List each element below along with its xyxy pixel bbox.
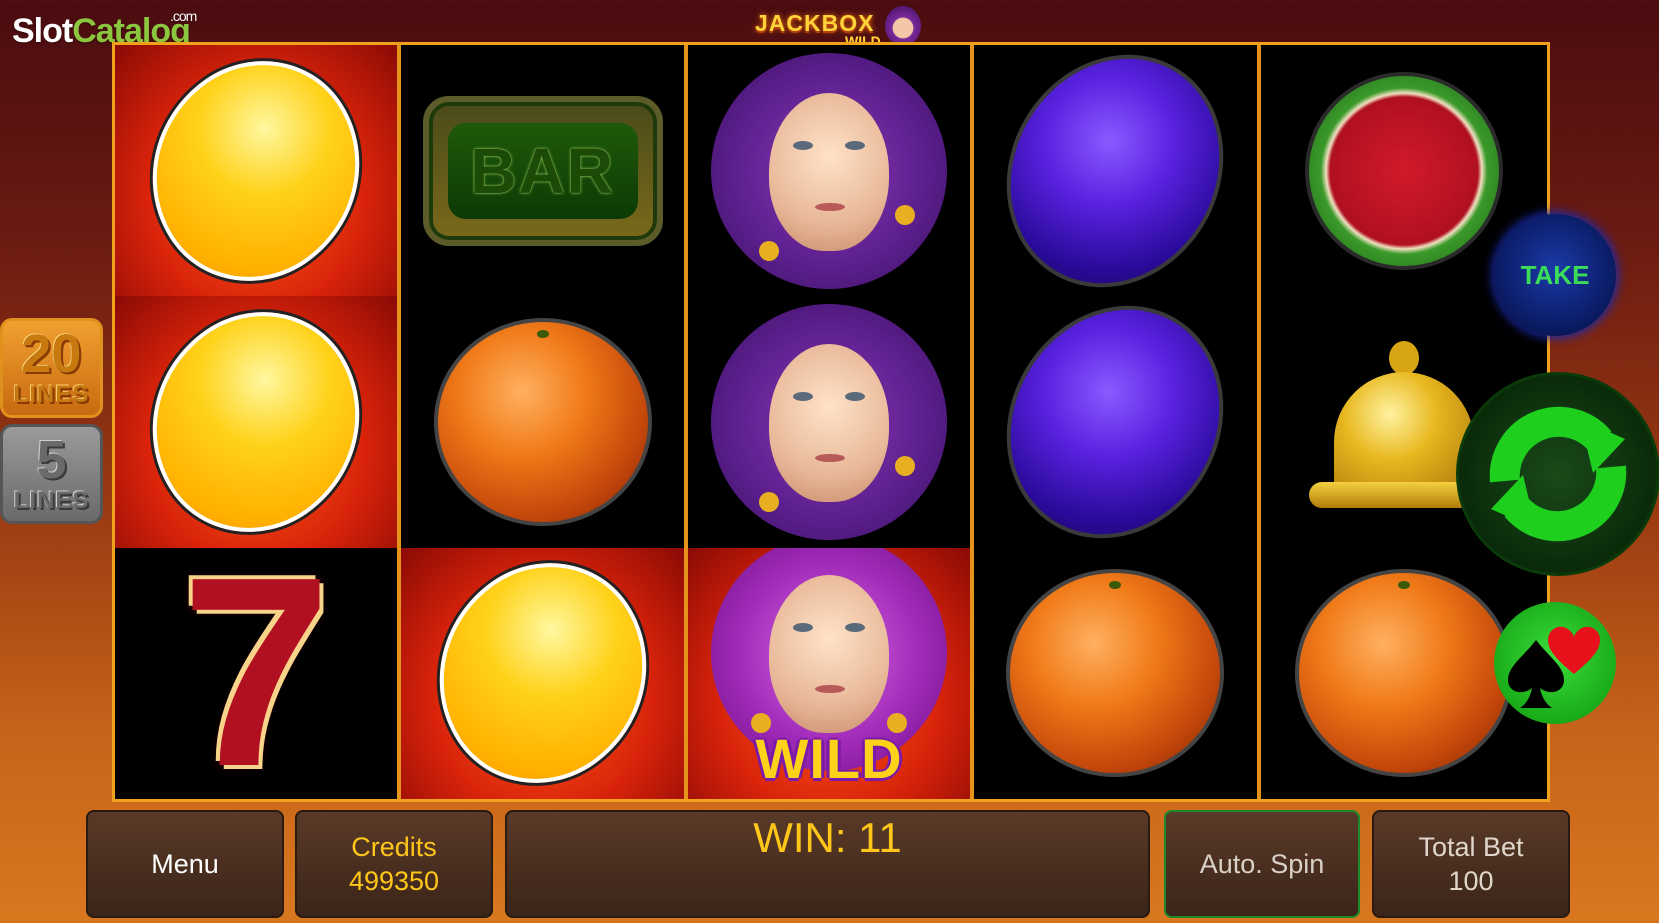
take-label: TAKE xyxy=(1520,259,1590,290)
reel-cell xyxy=(115,296,398,548)
logo-jester-icon xyxy=(885,6,921,46)
lemon-icon xyxy=(115,45,398,297)
card-suits-icon xyxy=(1508,626,1600,708)
reel-1: 7 xyxy=(115,45,402,799)
wild-label: WILD xyxy=(755,726,903,790)
orange-icon xyxy=(1294,569,1513,778)
lemon-icon xyxy=(401,547,684,799)
lines-label: LINES xyxy=(13,381,90,408)
reels-grid: 7 BAR WILD xyxy=(112,42,1550,802)
total-bet-value: 100 xyxy=(1448,866,1494,896)
reel-cell xyxy=(115,45,398,297)
autospin-label: Auto. Spin xyxy=(1199,849,1325,879)
credits-panel: Credits 499350 xyxy=(295,810,493,918)
reel-3: WILD xyxy=(687,45,975,799)
reel-cell xyxy=(974,547,1257,799)
reel-cell xyxy=(687,296,971,548)
total-bet-button[interactable]: Total Bet 100 xyxy=(1372,810,1570,918)
reel-cell xyxy=(401,547,684,799)
win-label: WIN: 11 xyxy=(753,814,902,861)
autospin-button[interactable]: Auto. Spin xyxy=(1164,810,1360,918)
orange-icon xyxy=(1006,569,1225,778)
bar-text: BAR xyxy=(447,122,638,219)
menu-label: Menu xyxy=(151,849,219,879)
reel-4 xyxy=(974,45,1261,799)
watermark-part1: Slot xyxy=(12,12,73,50)
jester-icon xyxy=(711,303,948,540)
watermelon-icon xyxy=(1304,71,1503,270)
take-button[interactable]: TAKE xyxy=(1494,214,1616,336)
gamble-button[interactable] xyxy=(1494,602,1616,724)
jester-icon xyxy=(711,52,948,289)
menu-button[interactable]: Menu xyxy=(86,810,284,918)
lines-5-button[interactable]: 5 LINES xyxy=(0,424,103,524)
reel-cell: BAR xyxy=(401,45,684,297)
credits-value: 499350 xyxy=(348,866,440,896)
lines-20-button[interactable]: 20 LINES xyxy=(0,318,103,418)
bar-icon: BAR xyxy=(422,95,663,246)
reel-2: BAR xyxy=(401,45,688,799)
orange-icon xyxy=(433,317,652,526)
reel-cell xyxy=(687,45,971,297)
lemon-icon xyxy=(115,296,398,548)
lines-number: 5 xyxy=(36,430,67,490)
spin-button[interactable] xyxy=(1456,372,1659,576)
bottom-bar: Menu Credits 499350 WIN: 11 Auto. Spin T… xyxy=(0,810,1659,923)
reel-cell xyxy=(974,45,1257,297)
lines-label: LINES xyxy=(13,487,90,514)
total-bet-label: Total Bet xyxy=(1418,832,1524,862)
win-panel: WIN: 11 xyxy=(505,810,1150,918)
reel-cell: WILD xyxy=(687,547,971,799)
reel-cell xyxy=(974,296,1257,548)
reel-cell: 7 xyxy=(115,547,398,799)
seven-icon: 7 xyxy=(181,547,332,799)
plum-icon xyxy=(974,296,1257,548)
lines-number: 20 xyxy=(21,324,82,384)
plum-icon xyxy=(974,45,1257,297)
credits-label: Credits xyxy=(351,832,437,862)
refresh-arrows-icon xyxy=(1489,406,1627,542)
watermark-com: .com xyxy=(170,8,197,24)
reel-cell xyxy=(401,296,684,548)
